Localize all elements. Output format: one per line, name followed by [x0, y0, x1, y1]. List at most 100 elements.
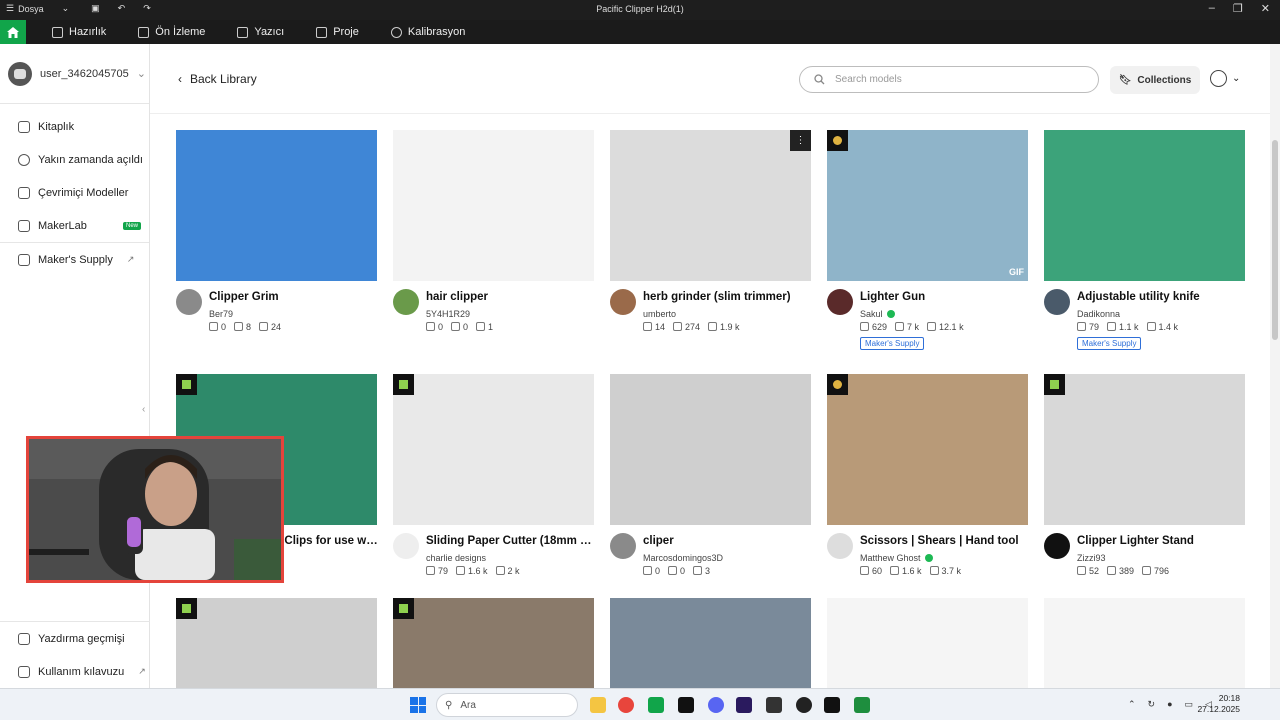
model-author[interactable]: Matthew Ghost [860, 553, 933, 563]
model-card[interactable]: ⋮ herb grinder (slim trimmer) umberto 14 274… [610, 130, 811, 341]
model-title[interactable]: cliper [643, 535, 813, 547]
model-thumbnail[interactable] [393, 598, 594, 688]
model-card[interactable]: Adjustable utility knife Dadikonna 79 1.1 k… [1044, 130, 1247, 350]
chrome-icon[interactable] [618, 697, 634, 713]
model-thumbnail[interactable]: GIF [827, 130, 1028, 281]
author-avatar[interactable] [176, 289, 202, 315]
author-avatar[interactable] [1044, 289, 1070, 315]
premiere-icon[interactable] [736, 697, 752, 713]
microphone-icon[interactable]: ● [1167, 699, 1172, 710]
tab-kalibrasyon[interactable]: Kalibrasyon [375, 20, 481, 44]
chevron-up-icon[interactable]: ⌃ [1128, 699, 1136, 710]
model-card[interactable]: Scissors | Shears | Hand tool Matthew Gho… [827, 374, 1028, 585]
sidebar-item-makers-supply[interactable]: Maker's Supply ↗ [0, 243, 149, 276]
sidebar-item-online-models[interactable]: Çevrimiçi Modeller [0, 176, 149, 209]
model-title[interactable]: hair clipper [426, 291, 596, 303]
makers-supply-badge[interactable]: Maker's Supply [1077, 337, 1142, 350]
model-thumbnail[interactable] [393, 374, 594, 525]
model-card[interactable]: hair clipper 5Y4H1R29 0 0 1 [393, 130, 594, 341]
model-thumbnail[interactable] [610, 598, 811, 688]
model-thumbnail[interactable] [1044, 130, 1245, 281]
model-card[interactable] [393, 598, 594, 688]
author-avatar[interactable] [1044, 533, 1070, 559]
model-card[interactable]: Sliding Paper Cutter (18mm Snap-off Blad… [393, 374, 596, 585]
model-thumbnail[interactable] [1044, 598, 1245, 688]
sync-icon[interactable]: ↻ [1148, 699, 1156, 710]
model-thumbnail[interactable] [393, 130, 594, 281]
model-title[interactable]: Clipper Grim [209, 291, 379, 303]
model-author[interactable]: 5Y4H1R29 [426, 309, 470, 319]
model-card[interactable] [1044, 598, 1245, 688]
model-author[interactable]: umberto [643, 309, 676, 319]
minimize-button[interactable]: – [1209, 2, 1215, 15]
author-avatar[interactable] [610, 533, 636, 559]
sidebar-item-makerlab[interactable]: MakerLab New [0, 209, 149, 242]
sidebar-item-print-history[interactable]: Yazdırma geçmişi [0, 622, 150, 655]
sidebar-item-manual[interactable]: Kullanım kılavuzu ↗ [0, 655, 150, 688]
author-avatar[interactable] [610, 289, 636, 315]
author-avatar[interactable] [827, 289, 853, 315]
file-explorer-icon[interactable] [590, 697, 606, 713]
model-thumbnail[interactable] [610, 374, 811, 525]
author-avatar[interactable] [393, 289, 419, 315]
network-icon[interactable]: ▭ [1185, 699, 1194, 710]
home-button[interactable] [0, 20, 26, 44]
model-card[interactable] [610, 598, 811, 688]
author-avatar[interactable] [827, 533, 853, 559]
model-author[interactable]: Dadikonna [1077, 309, 1120, 319]
taskbar-search[interactable]: ⚲ Ara [436, 693, 578, 717]
model-thumbnail[interactable] [1044, 374, 1245, 525]
back-library-button[interactable]: ‹ Back Library [178, 72, 257, 86]
model-title[interactable]: herb grinder (slim trimmer) [643, 291, 813, 303]
model-author[interactable]: Zizzi93 [1077, 553, 1106, 563]
model-card[interactable]: cliper Marcosdomingos3D 0 0 3 [610, 374, 811, 585]
author-name: charlie designs [426, 553, 487, 563]
model-title[interactable]: Lighter Gun [860, 291, 1030, 303]
capcut-icon[interactable] [678, 697, 694, 713]
model-author[interactable]: Sakul [860, 309, 895, 319]
tab-yazici[interactable]: Yazıcı [221, 20, 300, 44]
windows-start-icon[interactable] [410, 697, 426, 713]
user-menu[interactable]: user_3462045705 ⌄ [0, 44, 149, 104]
sidebar-item-library[interactable]: Kitaplık [0, 110, 149, 143]
search-input[interactable] [835, 74, 1055, 85]
model-thumbnail[interactable]: ⋮ [610, 130, 811, 281]
model-thumbnail[interactable] [176, 598, 377, 688]
xbox-icon[interactable] [854, 697, 870, 713]
model-card[interactable] [176, 598, 377, 688]
model-thumbnail[interactable] [176, 130, 377, 281]
model-thumbnail[interactable] [827, 598, 1028, 688]
collections-button[interactable]: 🔖︎ Collections [1110, 66, 1200, 94]
model-author[interactable]: Ber79 [209, 309, 233, 319]
sidebar-collapse-handle[interactable]: ‹ [142, 404, 145, 415]
obs-icon[interactable] [796, 697, 812, 713]
bambu-studio-icon[interactable] [648, 697, 664, 713]
epic-games-icon[interactable] [824, 697, 840, 713]
model-card[interactable]: Clipper Lighter Stand Zizzi93 52 389 796 [1044, 374, 1245, 585]
clock[interactable]: 20:18 27.12.2025 [1197, 693, 1240, 715]
model-title[interactable]: Adjustable utility knife [1077, 291, 1247, 303]
model-title[interactable]: Scissors | Shears | Hand tool [860, 535, 1030, 547]
tab-on-izleme[interactable]: Ön İzleme [122, 20, 221, 44]
more-options-icon[interactable]: ⋮ [790, 130, 811, 151]
model-author[interactable]: Marcosdomingos3D [643, 553, 723, 563]
account-menu[interactable]: ⌄ [1210, 70, 1240, 87]
author-avatar[interactable] [393, 533, 419, 559]
scrollbar[interactable] [1270, 44, 1280, 688]
model-stats: 52 389 796 [1077, 566, 1169, 576]
model-thumbnail[interactable] [827, 374, 1028, 525]
maximize-button[interactable]: ❐ [1233, 2, 1243, 15]
model-card[interactable]: Clipper Grim Ber79 0 8 24 [176, 130, 377, 341]
tab-hazirlik[interactable]: Hazırlık [36, 20, 122, 44]
discord-icon[interactable] [708, 697, 724, 713]
model-title[interactable]: Sliding Paper Cutter (18mm Snap-off Blad… [426, 535, 596, 547]
model-title[interactable]: Clipper Lighter Stand [1077, 535, 1247, 547]
tab-proje[interactable]: Proje [300, 20, 375, 44]
model-card[interactable]: GIF Lighter Gun Sakul 629 7 k 12.1 k Maker's S… [827, 130, 1030, 350]
sidebar-item-recent[interactable]: Yakın zamanda açıldı [0, 143, 149, 176]
model-card[interactable] [827, 598, 1028, 688]
model-author[interactable]: charlie designs [426, 553, 486, 563]
close-button[interactable]: ✕ [1261, 2, 1270, 15]
app-icon[interactable] [766, 697, 782, 713]
makers-supply-badge[interactable]: Maker's Supply [860, 337, 925, 350]
